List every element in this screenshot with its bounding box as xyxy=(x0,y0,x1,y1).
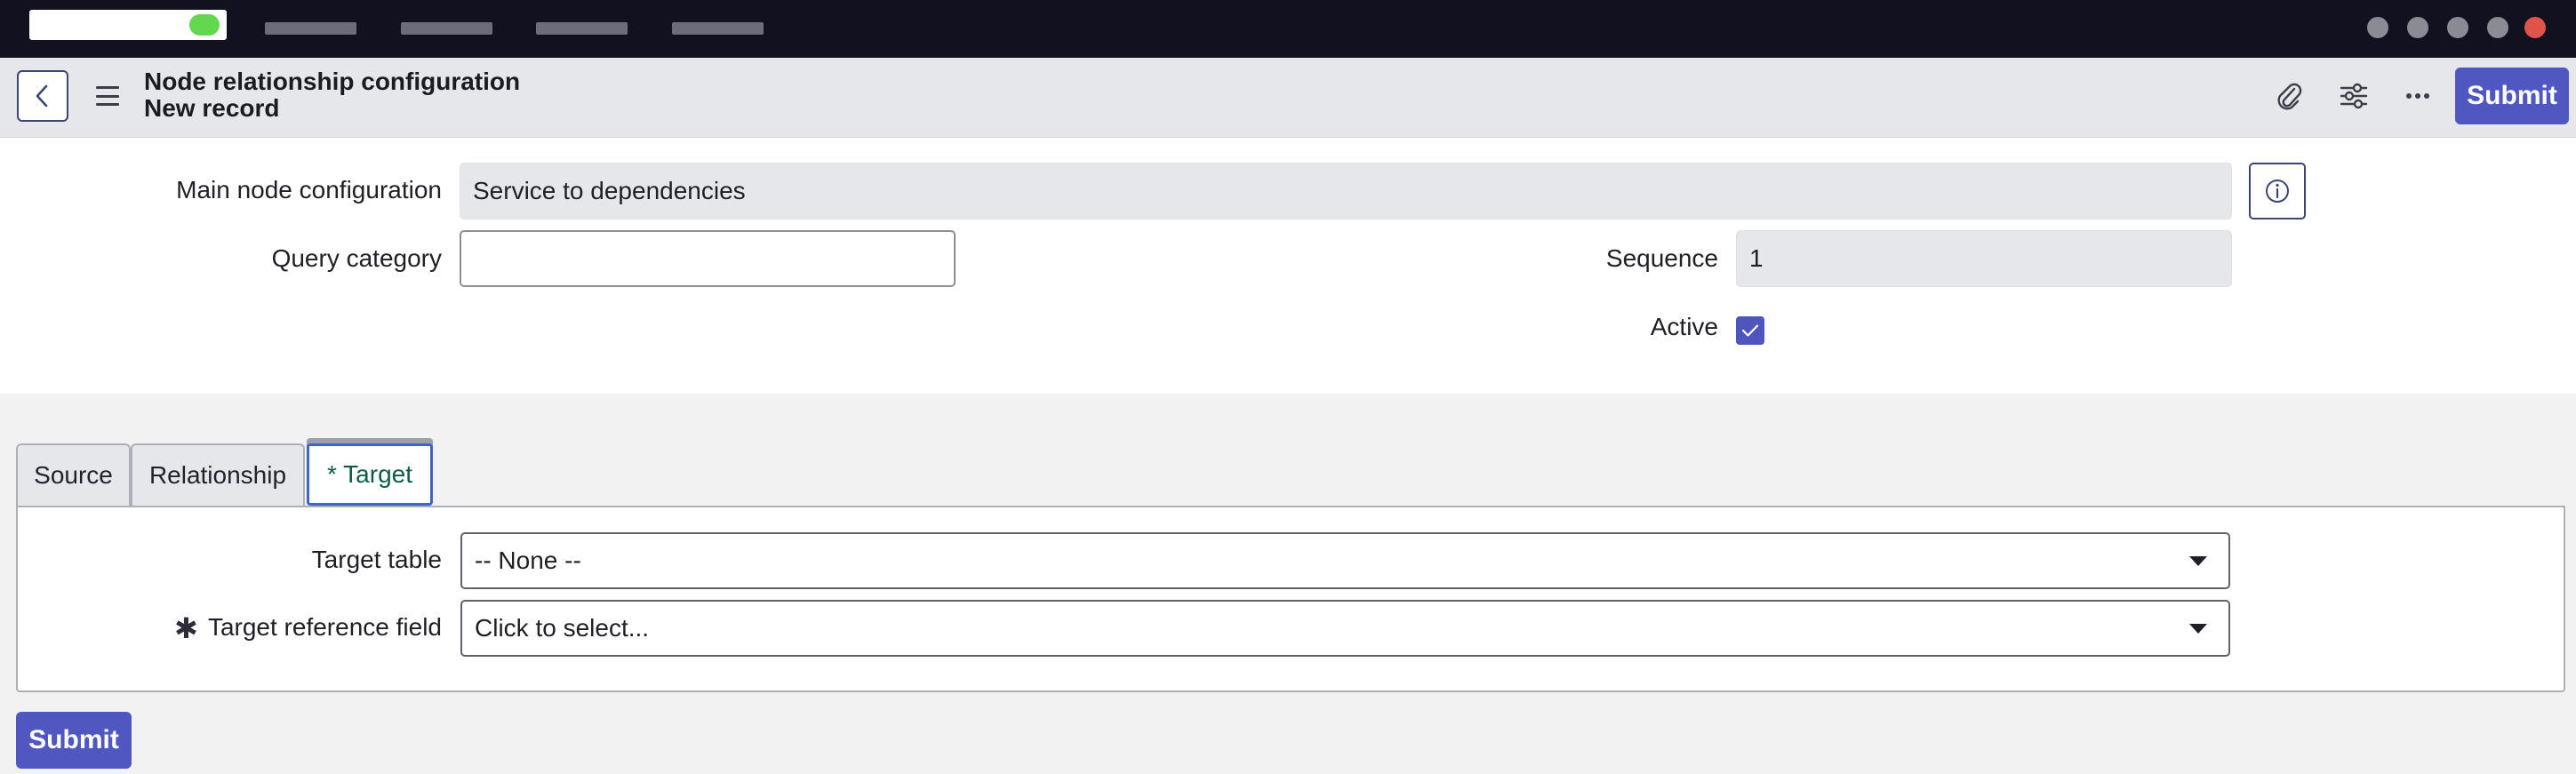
info-button[interactable] xyxy=(2249,163,2306,219)
target-table-value: -- None -- xyxy=(475,547,581,574)
submit-button-footer[interactable]: Submit xyxy=(16,712,132,769)
personalize-button[interactable] xyxy=(2336,78,2372,114)
nav-item-1[interactable] xyxy=(265,22,356,35)
attachment-button[interactable] xyxy=(2271,78,2307,114)
main-node-value: Service to dependencies xyxy=(473,177,746,204)
tab-relationship-label: Relationship xyxy=(148,461,287,489)
tab-relationship[interactable]: Relationship xyxy=(131,443,305,506)
target-reference-value: Click to select... xyxy=(475,614,650,642)
target-table-label: Target table xyxy=(311,546,442,573)
active-label: Active xyxy=(1650,313,1718,340)
mandatory-indicator: ✱ xyxy=(174,612,198,644)
active-checkbox[interactable] xyxy=(1736,316,1764,345)
form-fields-section: Main node configuration Service to depen… xyxy=(0,138,2576,394)
main-node-field[interactable]: Service to dependencies xyxy=(460,163,2232,219)
back-button[interactable] xyxy=(17,70,68,122)
nav-item-3[interactable] xyxy=(536,22,628,35)
window-control-3[interactable] xyxy=(2447,17,2468,38)
tab-source-label: Source xyxy=(34,461,113,489)
target-reference-label: Target reference field xyxy=(207,613,442,641)
chevron-left-icon xyxy=(36,84,48,108)
nav-item-4[interactable] xyxy=(672,22,764,35)
hamburger-icon[interactable] xyxy=(96,86,119,106)
app-top-bar xyxy=(0,0,2576,58)
tab-target-label: * Target xyxy=(327,460,412,488)
query-category-label: Query category xyxy=(271,244,442,272)
sequence-value: 1 xyxy=(1749,244,1764,272)
caret-down-icon xyxy=(2189,624,2207,634)
window-control-2[interactable] xyxy=(2407,17,2428,38)
tab-target[interactable]: * Target xyxy=(307,443,433,506)
more-options-button[interactable] xyxy=(2400,78,2436,114)
window-close-control[interactable] xyxy=(2524,17,2546,38)
target-table-select[interactable]: -- None -- xyxy=(460,532,2230,589)
status-indicator xyxy=(189,14,220,36)
window-control-4[interactable] xyxy=(2487,17,2508,38)
submit-button-header[interactable]: Submit xyxy=(2455,68,2569,124)
sequence-label: Sequence xyxy=(1605,244,1718,272)
ellipsis-icon xyxy=(2406,93,2429,99)
page-title: Node relationship configuration xyxy=(144,68,521,95)
check-icon xyxy=(1741,324,1759,337)
sliders-icon xyxy=(2340,83,2368,109)
target-reference-select[interactable]: Click to select... xyxy=(460,600,2230,657)
window-control-1[interactable] xyxy=(2367,17,2388,38)
tab-source[interactable]: Source xyxy=(16,443,131,506)
nav-item-2[interactable] xyxy=(401,22,492,35)
caret-down-icon xyxy=(2189,556,2207,566)
page-subtitle: New record xyxy=(144,94,280,122)
paperclip-icon xyxy=(2277,83,2302,110)
main-node-label: Main node configuration xyxy=(176,176,442,203)
sequence-field[interactable]: 1 xyxy=(1736,230,2232,287)
query-category-input[interactable] xyxy=(460,230,956,287)
form-header: Node relationship configuration New reco… xyxy=(0,58,2576,138)
info-icon xyxy=(2266,180,2289,203)
